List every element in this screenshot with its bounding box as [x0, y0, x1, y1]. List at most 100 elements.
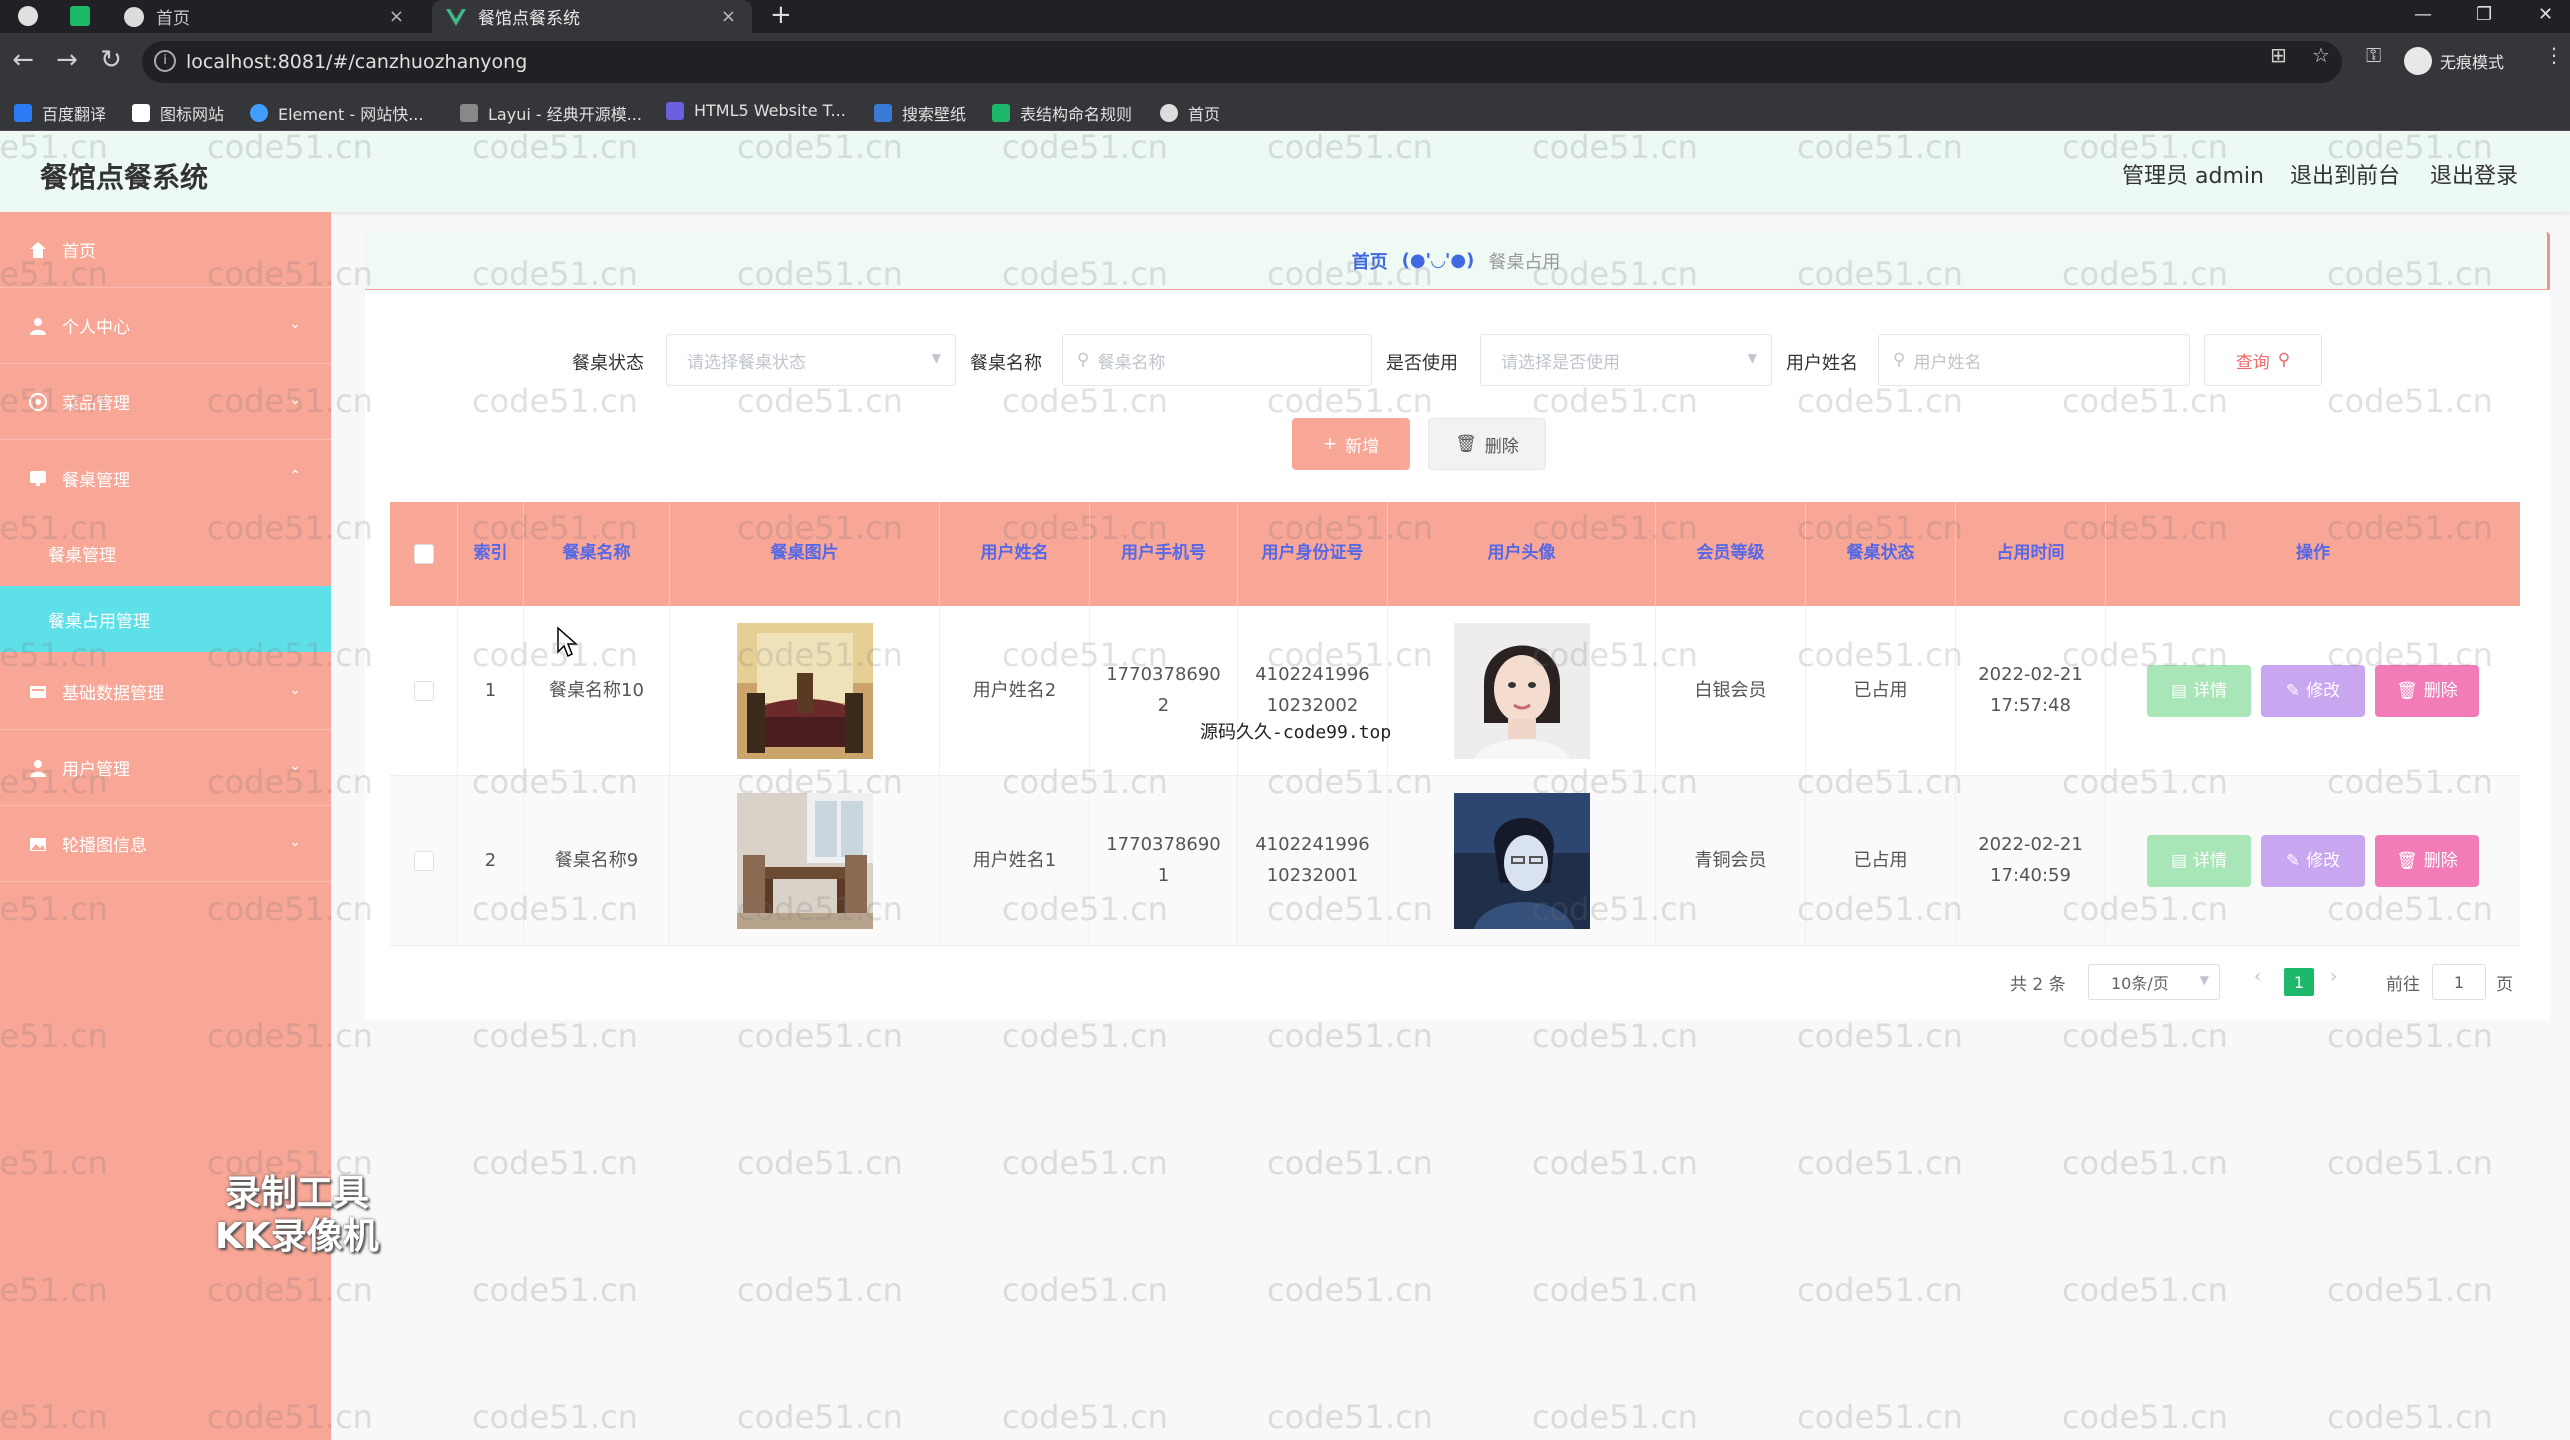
tab-app[interactable]: 餐馆点餐系统 ×: [432, 0, 752, 33]
more-menu-icon[interactable]: ⋮: [2544, 43, 2564, 67]
cell-level: 白银会员: [1656, 606, 1806, 776]
close-icon[interactable]: ×: [389, 6, 404, 27]
chevron-down-icon: ▼: [2199, 973, 2209, 987]
close-icon[interactable]: ×: [721, 6, 736, 27]
status-select[interactable]: 请选择餐桌状态 ▼: [666, 334, 956, 386]
bookmark-item[interactable]: 表结构命名规则: [992, 101, 1132, 125]
cell-actions: ▤ 详情 ✎ 修改 🗑 删除: [2106, 776, 2520, 946]
row-checkbox[interactable]: [413, 851, 434, 871]
sidebar-item-basic-data[interactable]: 基础数据管理 ⌄: [0, 654, 331, 730]
app-tab-icon[interactable]: [70, 6, 90, 26]
breadcrumb-home[interactable]: 首页: [1352, 248, 1388, 274]
search-icon: ⚲: [2277, 350, 2291, 370]
column-header-table-image[interactable]: 餐桌图片: [670, 502, 940, 606]
batch-delete-button[interactable]: 🗑 删除: [1428, 418, 1546, 470]
minimize-icon[interactable]: —: [2414, 4, 2432, 25]
bookmark-item[interactable]: 百度翻译: [14, 101, 106, 125]
column-header-phone[interactable]: 用户手机号: [1090, 502, 1238, 606]
column-header-status[interactable]: 餐桌状态: [1806, 502, 1956, 606]
edit-icon: ✎: [2285, 850, 2301, 871]
column-header-avatar[interactable]: 用户头像: [1388, 502, 1656, 606]
prev-page-icon[interactable]: ‹: [2254, 966, 2261, 987]
sidebar-item-carousel[interactable]: 轮播图信息 ⌄: [0, 806, 331, 882]
page-size-select[interactable]: 10条/页 ▼: [2088, 964, 2220, 1000]
logout-link[interactable]: 退出登录: [2430, 158, 2518, 190]
info-icon[interactable]: i: [154, 50, 176, 72]
table-name-input[interactable]: ⚲ 餐桌名称: [1062, 334, 1372, 386]
tab-app-label: 餐馆点餐系统: [478, 9, 580, 29]
detail-button[interactable]: ▤ 详情: [2147, 835, 2251, 887]
bookmark-item[interactable]: 搜索壁纸: [874, 101, 966, 125]
bookmark-star-icon[interactable]: ☆: [2312, 43, 2330, 67]
translate-icon[interactable]: ⊞: [2270, 43, 2287, 67]
user-avatar[interactable]: [1453, 793, 1590, 929]
sidebar-item-home[interactable]: 首页: [0, 212, 331, 288]
forward-icon[interactable]: →: [50, 45, 84, 75]
bookmark-item[interactable]: 首页: [1160, 101, 1220, 125]
row-select-cell: [390, 606, 458, 776]
delete-button[interactable]: 🗑 删除: [2375, 665, 2479, 717]
url-text: localhost:8081/#/canzhuozhanyong: [186, 51, 528, 73]
goto-page-input[interactable]: 1: [2432, 964, 2486, 1000]
select-all-checkbox[interactable]: [413, 544, 434, 564]
column-header-id-card[interactable]: 用户身份证号: [1238, 502, 1388, 606]
table-icon: [28, 468, 48, 488]
add-button[interactable]: + 新增: [1292, 418, 1410, 470]
inuse-select[interactable]: 请选择是否使用 ▼: [1480, 334, 1772, 386]
admin-label: 管理员 admin: [2122, 164, 2264, 189]
cell-table-name: 餐桌名称10: [524, 606, 670, 776]
sidebar-item-table[interactable]: 餐桌管理 ⌃: [0, 440, 331, 516]
table-photo[interactable]: [736, 623, 873, 759]
delete-button[interactable]: 🗑 删除: [2375, 835, 2479, 887]
bookmark-item[interactable]: 图标网站: [132, 101, 224, 125]
column-header-user-name[interactable]: 用户姓名: [940, 502, 1090, 606]
new-tab-button[interactable]: +: [770, 0, 792, 30]
column-header-index[interactable]: 索引: [458, 502, 524, 606]
watermark-text: code51.cn: [1267, 1144, 1433, 1182]
sidebar-item-personal[interactable]: 个人中心 ⌄: [0, 288, 331, 364]
query-button[interactable]: 查询 ⚲: [2204, 334, 2322, 386]
user-avatar[interactable]: [1453, 623, 1590, 759]
tab-home[interactable]: 首页 ×: [110, 0, 420, 33]
sidebar-item-dish[interactable]: 菜品管理 ⌄: [0, 364, 331, 440]
next-page-icon[interactable]: ›: [2330, 966, 2337, 987]
search-icon: ⚲: [1893, 350, 1906, 370]
detail-button[interactable]: ▤ 详情: [2147, 665, 2251, 717]
watermark-text: code51.cn: [2327, 1271, 2493, 1309]
restore-icon[interactable]: ❐: [2476, 4, 2492, 25]
page-unit-label: 页: [2496, 975, 2513, 995]
edit-button[interactable]: ✎ 修改: [2261, 835, 2365, 887]
source-watermark-text: 源码久久-code99.top: [1200, 722, 1392, 743]
bookmark-item[interactable]: Layui - 经典开源模...: [460, 101, 642, 125]
bookmark-item[interactable]: Element - 网站快...: [250, 101, 423, 125]
watermark-text: code51.cn: [737, 1271, 903, 1309]
username-input[interactable]: ⚲ 用户姓名: [1878, 334, 2190, 386]
app-header: 餐馆点餐系统 管理员 admin 退出到前台 退出登录: [0, 132, 2570, 212]
to-front-link[interactable]: 退出到前台: [2290, 158, 2400, 190]
tab-home-label: 首页: [156, 9, 190, 29]
edit-button[interactable]: ✎ 修改: [2261, 665, 2365, 717]
table-photo[interactable]: [736, 793, 873, 929]
cell-table-image: [670, 776, 940, 946]
watermark-text: code51.cn: [1002, 1398, 1168, 1436]
bookmark-item[interactable]: HTML5 Website T...: [666, 101, 846, 120]
watermark-text: code51.cn: [472, 1398, 638, 1436]
watermark-text: code51.cn: [1267, 1398, 1433, 1436]
column-header-table-name[interactable]: 餐桌名称: [524, 502, 670, 606]
column-header-level[interactable]: 会员等级: [1656, 502, 1806, 606]
key-icon[interactable]: ⚿: [2366, 43, 2381, 67]
sidebar-item-users[interactable]: 用户管理 ⌄: [0, 730, 331, 806]
browser-menu-icon[interactable]: [18, 6, 38, 26]
reload-icon[interactable]: ↻: [94, 45, 128, 75]
submenu-table-manage[interactable]: 餐桌管理: [0, 520, 331, 586]
incognito-profile[interactable]: 无痕模式: [2404, 47, 2504, 75]
back-icon[interactable]: ←: [6, 45, 40, 75]
row-checkbox[interactable]: [413, 681, 434, 701]
column-header-time[interactable]: 占用时间: [1956, 502, 2106, 606]
submenu-table-occupy[interactable]: 餐桌占用管理: [0, 586, 331, 652]
page-number-current[interactable]: 1: [2284, 968, 2314, 996]
profile-label: 无痕模式: [2440, 53, 2505, 72]
address-bar[interactable]: i localhost:8081/#/canzhuozhanyong: [142, 41, 2342, 83]
globe-icon: [1160, 104, 1178, 122]
close-window-icon[interactable]: ✕: [2538, 4, 2553, 25]
